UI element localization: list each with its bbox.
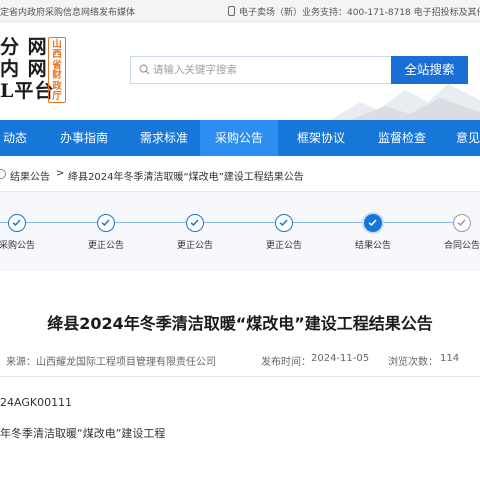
search-box [130, 56, 392, 84]
site-header: 分 网 内 网 L平台 山西省财政厅 全站搜索 [0, 22, 480, 120]
top-bar-slogan: 定省内政府采购信息网络发布媒体 [0, 8, 136, 18]
site-logo[interactable]: 分 网 内 网 L平台 [0, 36, 54, 102]
step-pending-check-icon[interactable] [453, 214, 471, 232]
progress-line [0, 222, 462, 223]
step-label: 结果公告 [354, 241, 391, 251]
main-nav: 动态 办事指南 需求标准 采购公告 框架协议 监督检查 意见 [0, 120, 480, 156]
support-text: 电子卖场（新）业务支持：400-171-8718 电子招投标及其他 [239, 8, 480, 18]
step-label: 采购公告 [0, 241, 35, 251]
location-icon [0, 169, 6, 179]
nav-item-feedback[interactable]: 意见 [448, 120, 480, 156]
logo-line-2: 内 网 [0, 58, 48, 80]
breadcrumb: 结果公告 > 绛县2024年冬季清洁取暖“煤改电”建设工程结果公告 [0, 156, 480, 192]
views-label: 浏览次数： [388, 357, 438, 368]
project-number: 24AGK00111 [0, 396, 73, 409]
nav-item-standards[interactable]: 需求标准 [128, 120, 200, 156]
article-source: 来源：山西耀龙国际工程项目管理有限责任公司 [6, 357, 216, 368]
meta-divider [0, 376, 480, 377]
site-search-button[interactable]: 全站搜索 [391, 56, 468, 84]
step-label: 更正公告 [265, 241, 302, 251]
nav-item-news[interactable]: 动态 [0, 120, 30, 156]
nav-item-procurement[interactable]: 采购公告 [200, 120, 278, 156]
breadcrumb-level1[interactable]: 结果公告 [10, 168, 50, 183]
publish-time-label: 发布时间： [261, 357, 311, 368]
nav-item-guide[interactable]: 办事指南 [40, 120, 128, 156]
step-check-icon[interactable] [97, 214, 115, 232]
project-name: 年冬季清洁取暖“煤改电”建设工程 [0, 427, 166, 440]
logo-seal: 山西省财政厅 [48, 37, 66, 103]
step-label: 合同公告 [443, 241, 480, 251]
step-current-check-icon[interactable] [364, 214, 382, 232]
search-icon [139, 64, 150, 75]
phone-icon [228, 6, 235, 16]
nav-item-framework[interactable]: 框架协议 [278, 120, 364, 156]
logo-line-3: L平台 [0, 80, 55, 102]
top-bar-support: 电子卖场（新）业务支持：400-171-8718 电子招投标及其他 [228, 5, 480, 18]
article-title: 绛县2024年冬季清洁取暖“煤改电”建设工程结果公告 [47, 314, 433, 333]
logo-line-1: 分 网 [0, 36, 48, 58]
step-label: 更正公告 [176, 241, 213, 251]
breadcrumb-separator: > [56, 168, 65, 179]
breadcrumb-current: 绛县2024年冬季清洁取暖“煤改电”建设工程结果公告 [68, 172, 304, 183]
step-check-icon[interactable] [186, 214, 204, 232]
search-input[interactable] [153, 57, 389, 83]
publish-time: 2024-11-05 [311, 353, 370, 364]
top-bar: 定省内政府采购信息网络发布媒体 电子卖场（新）业务支持：400-171-8718… [0, 0, 480, 22]
step-label: 更正公告 [87, 241, 124, 251]
procurement-progress: 采购公告 更正公告 更正公告 更正公告 结果公告 合同公告 [0, 192, 480, 270]
step-check-icon[interactable] [8, 214, 26, 232]
views-count: 114 [440, 353, 460, 364]
step-check-icon[interactable] [275, 214, 293, 232]
nav-item-supervision[interactable]: 监督检查 [364, 120, 440, 156]
